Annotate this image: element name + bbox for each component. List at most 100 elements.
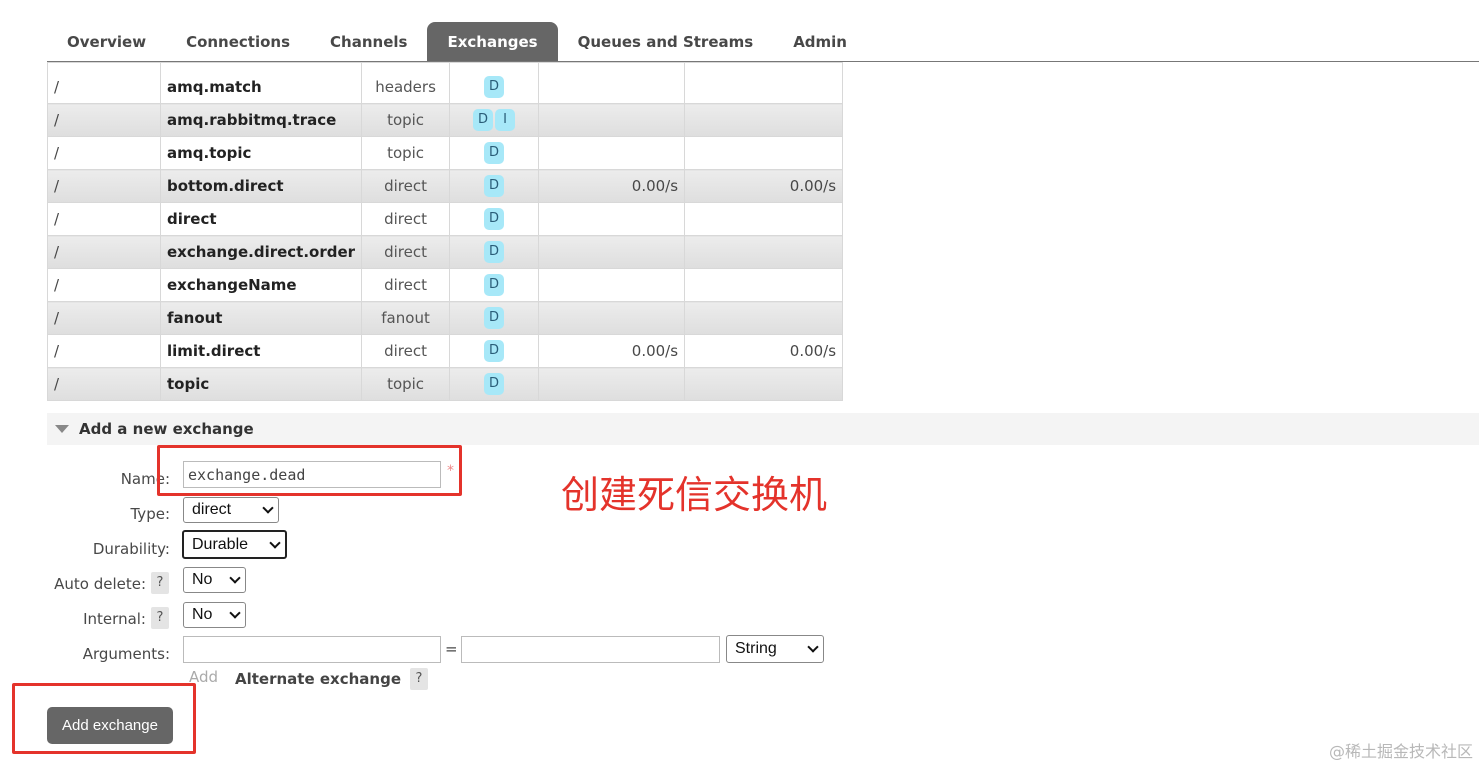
tab-overview[interactable]: Overview	[47, 22, 166, 62]
argument-type-select[interactable]: String	[726, 635, 824, 663]
exchange-type-cell: fanout	[361, 301, 451, 335]
exchange-type-cell: headers	[361, 62, 451, 104]
rate-in-cell	[538, 202, 686, 236]
auto-delete-select[interactable]: No	[183, 567, 246, 593]
feature-badge: D	[484, 307, 505, 329]
table-row[interactable]: / direct direct D	[47, 202, 844, 236]
annotation-text: 创建死信交换机	[561, 473, 828, 517]
durability-select-value: Durable	[192, 535, 249, 553]
vhost-cell: /	[47, 103, 161, 137]
tab-channels[interactable]: Channels	[310, 22, 427, 62]
tab-exchanges[interactable]: Exchanges	[427, 22, 558, 62]
internal-select[interactable]: No	[183, 602, 246, 628]
features-cell: D	[449, 334, 540, 368]
exchange-name-link[interactable]: exchangeName	[159, 268, 363, 302]
internal-select-value: No	[192, 606, 213, 623]
chevron-down-icon	[229, 572, 241, 584]
tab-connections[interactable]: Connections	[166, 22, 310, 62]
feature-badge: D	[473, 109, 494, 131]
features-cell: D	[449, 136, 540, 170]
rate-in-cell	[538, 235, 686, 269]
internal-help-icon[interactable]: ?	[151, 607, 169, 629]
vhost-cell: /	[47, 169, 161, 203]
exchange-name-link[interactable]: bottom.direct	[159, 169, 363, 203]
feature-badge: D	[484, 208, 505, 230]
exchange-name-link[interactable]: amq.match	[159, 62, 363, 104]
alternate-exchange-link[interactable]: Alternate exchange	[235, 670, 401, 688]
exchange-type-cell: topic	[361, 367, 451, 401]
features-cell: D	[449, 235, 540, 269]
exchange-name-link[interactable]: amq.rabbitmq.trace	[159, 103, 363, 137]
argument-value-input[interactable]	[461, 636, 720, 663]
features-cell: D	[449, 301, 540, 335]
equals-sign: =	[445, 640, 458, 658]
table-row[interactable]: / exchangeName direct D	[47, 268, 844, 302]
exchange-name-link[interactable]: direct	[159, 202, 363, 236]
exchange-name-link[interactable]: limit.direct	[159, 334, 363, 368]
tab-queues-and-streams[interactable]: Queues and Streams	[558, 22, 774, 62]
table-row[interactable]: / amq.rabbitmq.trace topic D I	[47, 103, 844, 137]
features-cell: D	[449, 367, 540, 401]
chevron-down-icon	[807, 641, 819, 653]
table-row[interactable]: / exchange.direct.order direct D	[47, 235, 844, 269]
tab-admin[interactable]: Admin	[773, 22, 867, 62]
rate-in-cell: 0.00/s	[538, 169, 686, 203]
durability-select[interactable]: Durable	[182, 530, 287, 559]
exchange-type-cell: direct	[361, 235, 451, 269]
durability-label: Durability:	[92, 540, 170, 558]
argument-key-input[interactable]	[183, 636, 441, 663]
table-row[interactable]: / amq.match headers D	[47, 62, 844, 104]
rate-out-cell	[684, 235, 844, 269]
feature-badge: D	[484, 274, 505, 296]
vhost-cell: /	[47, 136, 161, 170]
rate-in-cell	[538, 103, 686, 137]
feature-badge: I	[495, 109, 516, 131]
exchange-name-link[interactable]: amq.topic	[159, 136, 363, 170]
exchange-name-link[interactable]: exchange.direct.order	[159, 235, 363, 269]
watermark: @稀土掘金技术社区	[1328, 742, 1473, 761]
add-exchange-section-toggle[interactable]: Add a new exchange	[47, 413, 1479, 445]
feature-badge: D	[484, 76, 505, 98]
rate-out-cell	[684, 202, 844, 236]
exchange-name-link[interactable]: topic	[159, 367, 363, 401]
exchange-type-cell: topic	[361, 103, 451, 137]
table-row[interactable]: / amq.topic topic D	[47, 136, 844, 170]
name-highlight-box	[157, 445, 462, 496]
table-row[interactable]: / topic topic D	[47, 367, 844, 401]
rate-in-cell	[538, 367, 686, 401]
chevron-down-icon	[229, 607, 241, 619]
exchange-type-cell: direct	[361, 268, 451, 302]
vhost-cell: /	[47, 334, 161, 368]
argument-type-select-value: String	[735, 640, 777, 657]
features-cell: D	[449, 169, 540, 203]
exchange-type-cell: direct	[361, 334, 451, 368]
alternate-exchange-help-icon[interactable]: ?	[410, 668, 428, 690]
rate-out-cell: 0.00/s	[684, 334, 844, 368]
rate-in-cell: 0.00/s	[538, 334, 686, 368]
features-cell: D	[449, 268, 540, 302]
auto-delete-select-value: No	[192, 571, 213, 588]
rate-out-cell: 0.00/s	[684, 169, 844, 203]
vhost-cell: /	[47, 235, 161, 269]
rate-in-cell	[538, 268, 686, 302]
arguments-label: Arguments:	[82, 645, 170, 663]
type-select-value: direct	[192, 501, 232, 518]
exchange-type-cell: topic	[361, 136, 451, 170]
type-label: Type:	[130, 505, 170, 523]
rate-out-cell	[684, 103, 844, 137]
rate-out-cell	[684, 136, 844, 170]
rate-in-cell	[538, 62, 686, 104]
table-row[interactable]: / bottom.direct direct D 0.00/s 0.00/s	[47, 169, 844, 203]
exchange-name-link[interactable]: fanout	[159, 301, 363, 335]
type-select[interactable]: direct	[183, 497, 279, 523]
exchange-type-cell: direct	[361, 169, 451, 203]
rate-out-cell	[684, 367, 844, 401]
auto-delete-help-icon[interactable]: ?	[151, 572, 169, 594]
exchange-type-cell: direct	[361, 202, 451, 236]
table-row[interactable]: / limit.direct direct D 0.00/s 0.00/s	[47, 334, 844, 368]
table-row[interactable]: / fanout fanout D	[47, 301, 844, 335]
vhost-cell: /	[47, 62, 161, 104]
collapse-triangle-icon	[55, 425, 69, 433]
rate-in-cell	[538, 136, 686, 170]
feature-badge: D	[484, 142, 505, 164]
